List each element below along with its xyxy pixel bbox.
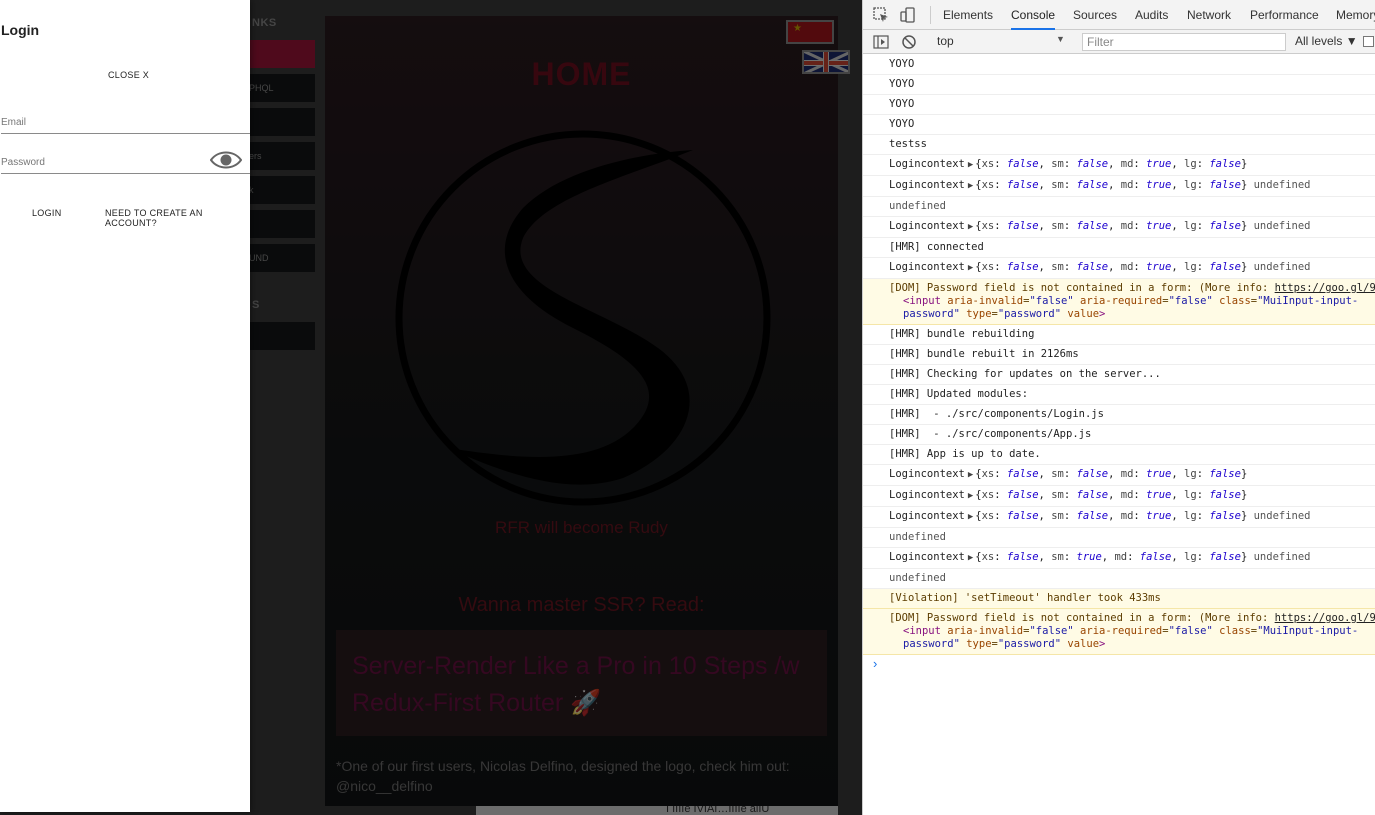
expand-triangle-icon: ▶	[967, 222, 974, 232]
log-line: [HMR] bundle rebuilt in 2126ms	[863, 345, 1375, 365]
log-line[interactable]: Logincontext ▶ {xs: false, sm: false, md: …	[863, 486, 1375, 507]
log-line[interactable]: Logincontext ▶ {xs: false, sm: true, md: f…	[863, 548, 1375, 569]
log-line: YOYO	[863, 95, 1375, 115]
violation-warning: [Violation] 'setTimeout' handler took 43…	[863, 589, 1375, 609]
more-info-link[interactable]: https://goo.gl/9p2vKq	[1275, 282, 1375, 294]
expand-triangle-icon: ▶	[967, 512, 974, 522]
log-line[interactable]: Logincontext ▶ {xs: false, sm: false, md: …	[863, 507, 1375, 528]
close-button[interactable]: CLOSE X	[108, 70, 149, 80]
console-prompt[interactable]: ›	[863, 655, 1375, 677]
log-line: [HMR] - ./src/components/App.js	[863, 425, 1375, 445]
console-toolbar: top ▼ All levels ▼	[863, 30, 1375, 54]
log-line[interactable]: Logincontext ▶ {xs: false, sm: false, md: …	[863, 465, 1375, 486]
tab-sources[interactable]: Sources	[1073, 0, 1117, 30]
log-line: YOYO	[863, 55, 1375, 75]
expand-triangle-icon: ▶	[967, 181, 974, 191]
sidebar-toggle-icon[interactable]	[873, 34, 889, 50]
login-drawer: Login CLOSE X LOGIN NEED TO CREATE AN AC…	[0, 0, 250, 812]
more-info-link[interactable]: https://goo.gl/9p2vKq	[1275, 612, 1375, 624]
log-line: undefined	[863, 569, 1375, 589]
tab-network[interactable]: Network	[1187, 0, 1231, 30]
context-select[interactable]: top	[937, 34, 954, 48]
expand-triangle-icon: ▶	[967, 160, 974, 170]
log-levels-select[interactable]: All levels ▼	[1295, 34, 1358, 48]
chevron-down-icon[interactable]: ▼	[1056, 34, 1065, 44]
log-line: undefined	[863, 197, 1375, 217]
log-line: [HMR] bundle rebuilding	[863, 325, 1375, 345]
tab-memory[interactable]: Memory	[1336, 0, 1375, 30]
expand-triangle-icon: ▶	[967, 470, 974, 480]
dom-warning: [DOM] Password field is not contained in…	[863, 279, 1375, 325]
clear-console-icon[interactable]	[901, 34, 917, 50]
log-line: [HMR] Updated modules:	[863, 385, 1375, 405]
log-line: [HMR] Checking for updates on the server…	[863, 365, 1375, 385]
login-button[interactable]: LOGIN	[32, 208, 62, 218]
log-line: YOYO	[863, 75, 1375, 95]
log-line[interactable]: Logincontext ▶ {xs: false, sm: false, md: …	[863, 176, 1375, 197]
tab-audits[interactable]: Audits	[1135, 0, 1168, 30]
device-toolbar-icon[interactable]	[900, 7, 916, 23]
inspect-element-icon[interactable]	[873, 7, 889, 23]
log-line[interactable]: Logincontext ▶ {xs: false, sm: false, md: …	[863, 217, 1375, 238]
log-line: [HMR] App is up to date.	[863, 445, 1375, 465]
prompt-chevron-icon: ›	[873, 656, 878, 671]
expand-triangle-icon: ▶	[967, 263, 974, 273]
tab-console[interactable]: Console	[1011, 0, 1056, 30]
log-line: [HMR] connected	[863, 238, 1375, 258]
devtools-tabbar: Elements Console Sources Audits Network …	[863, 0, 1375, 30]
email-field[interactable]	[1, 112, 250, 134]
eye-icon[interactable]	[210, 149, 242, 171]
group-similar-checkbox[interactable]	[1363, 36, 1374, 47]
tab-performance[interactable]: Performance	[1250, 0, 1319, 30]
log-line: testss	[863, 135, 1375, 155]
create-account-button[interactable]: NEED TO CREATE AN ACCOUNT?	[105, 208, 250, 228]
tab-elements[interactable]: Elements	[943, 0, 993, 30]
log-line[interactable]: Logincontext ▶ {xs: false, sm: false, md: …	[863, 258, 1375, 279]
log-line[interactable]: Logincontext ▶ {xs: false, sm: false, md: …	[863, 155, 1375, 176]
log-line: [HMR] - ./src/components/Login.js	[863, 405, 1375, 425]
drawer-title: Login	[1, 22, 40, 38]
expand-triangle-icon: ▶	[967, 491, 974, 501]
filter-input[interactable]	[1082, 33, 1286, 51]
console-output: YOYO YOYO YOYO YOYO testss Logincontext ▶…	[863, 55, 1375, 677]
expand-triangle-icon: ▶	[967, 553, 974, 563]
devtools-panel: Elements Console Sources Audits Network …	[862, 0, 1375, 815]
log-line: YOYO	[863, 115, 1375, 135]
dom-warning: [DOM] Password field is not contained in…	[863, 609, 1375, 655]
log-line: undefined	[863, 528, 1375, 548]
log-levels-label: All levels	[1295, 34, 1343, 48]
